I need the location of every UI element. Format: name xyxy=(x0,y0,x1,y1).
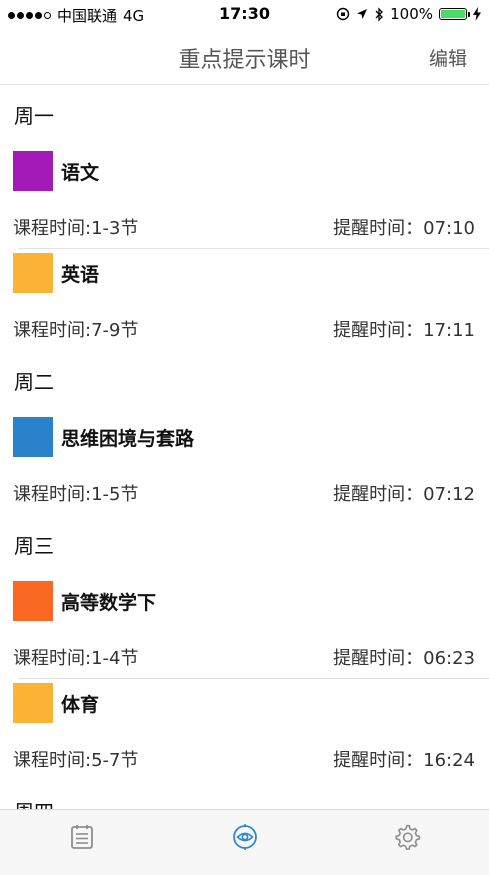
day-header: 周二 xyxy=(14,370,54,394)
remind-time: 提醒时间：07:12 xyxy=(333,484,475,505)
tab-reminder[interactable] xyxy=(230,822,260,852)
course-item[interactable]: 语文课程时间:1-3节 提醒时间：07:10 xyxy=(13,147,489,249)
course-color-swatch xyxy=(13,683,53,723)
course-head: 思维困境与套路 xyxy=(13,417,194,457)
tab-bar xyxy=(0,809,489,875)
status-right: 100% xyxy=(336,5,481,23)
bluetooth-icon xyxy=(375,6,384,22)
edit-button[interactable]: 编辑 xyxy=(429,44,467,71)
course-color-swatch xyxy=(13,253,53,293)
course-head: 体育 xyxy=(13,683,99,723)
status-bar: 中国联通 4G 17:30 100% xyxy=(0,0,489,28)
day-header: 周四 xyxy=(0,781,489,809)
reminder-target-icon xyxy=(233,824,257,850)
course-time: 课程时间:7-9节 xyxy=(13,320,139,341)
course-item[interactable]: 英语课程时间:7-9节 提醒时间：17:11 xyxy=(13,249,489,351)
course-name: 英语 xyxy=(61,263,100,286)
course-item[interactable]: 高等数学下课程时间:1-4节 提醒时间：06:23 xyxy=(13,577,489,679)
remind-time: 提醒时间：16:24 xyxy=(333,750,475,771)
remind-time: 提醒时间：07:10 xyxy=(333,218,475,239)
course-name: 高等数学下 xyxy=(61,591,157,614)
day-header: 周三 xyxy=(14,534,54,558)
course-head: 语文 xyxy=(13,151,99,191)
course-head: 高等数学下 xyxy=(13,581,156,621)
course-time: 课程时间:5-7节 xyxy=(13,750,139,771)
course-time: 课程时间:1-5节 xyxy=(13,484,139,505)
day-header: 周一 xyxy=(14,104,54,128)
navigation-bar: 重点提示课时 编辑 xyxy=(0,28,489,85)
course-color-swatch xyxy=(13,581,53,621)
course-time: 课程时间:1-4节 xyxy=(13,648,139,669)
course-name: 思维困境与套路 xyxy=(61,427,195,450)
orientation-lock-icon xyxy=(336,7,350,21)
settings-gear-icon xyxy=(395,824,421,850)
battery-percent: 100% xyxy=(390,5,433,23)
course-item[interactable]: 体育课程时间:5-7节 提醒时间：16:24 xyxy=(13,679,489,781)
tab-settings[interactable] xyxy=(392,822,422,852)
schedule-list[interactable]: 周一 语文 课程时间:1-3节 提醒时间：07:10 英语 课程时间:7-9节 提醒时间：1… xyxy=(0,85,489,809)
charging-bolt-icon xyxy=(473,7,481,21)
course-name: 体育 xyxy=(61,693,100,716)
page-title: 重点提示课时 xyxy=(178,48,311,73)
course-color-swatch xyxy=(13,417,53,457)
tab-schedule[interactable] xyxy=(67,822,97,852)
schedule-list-icon xyxy=(71,825,93,849)
remind-time: 提醒时间：06:23 xyxy=(333,648,475,669)
course-time: 课程时间:1-3节 xyxy=(13,218,139,239)
location-arrow-icon xyxy=(357,9,368,19)
battery-icon xyxy=(439,8,470,20)
remind-time: 提醒时间：17:11 xyxy=(333,320,475,341)
course-color-swatch xyxy=(13,151,53,191)
course-head: 英语 xyxy=(13,253,99,293)
course-item[interactable]: 思维困境与套路课程时间:1-5节 提醒时间：07:12 xyxy=(13,413,489,515)
course-name: 语文 xyxy=(61,161,100,184)
